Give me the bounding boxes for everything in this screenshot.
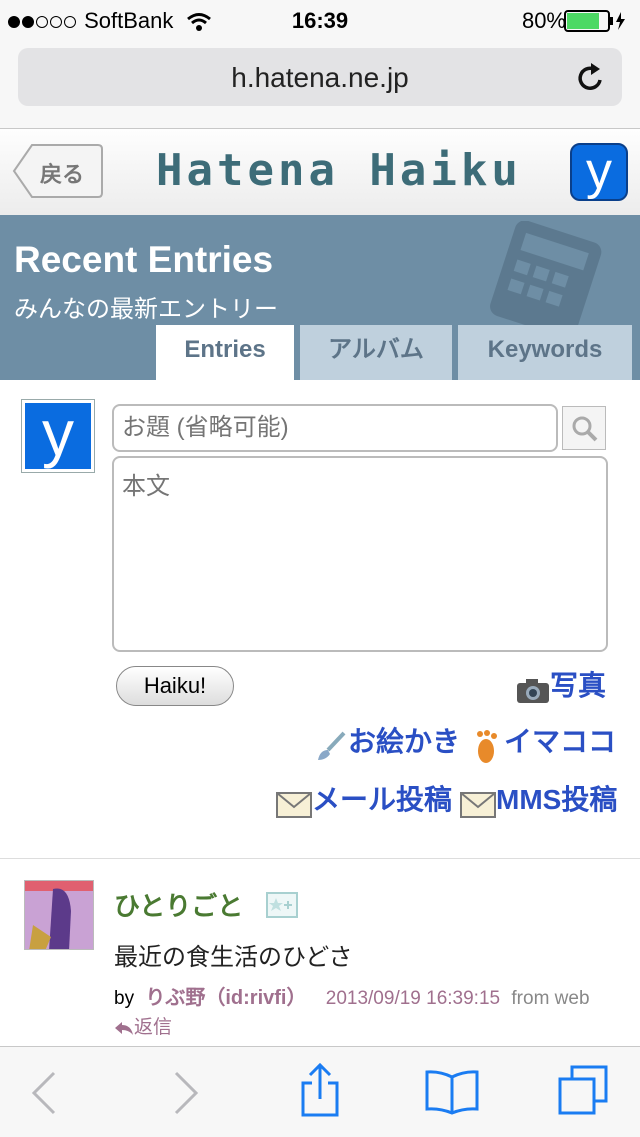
back-arrow-icon[interactable] (30, 1071, 58, 1115)
user-avatar[interactable]: y (21, 399, 95, 473)
tab-album[interactable]: アルバム (300, 325, 452, 380)
bookmarks-icon[interactable] (424, 1069, 480, 1115)
topic-search-button[interactable] (562, 406, 606, 450)
entry-timestamp[interactable]: 2013/09/19 16:39:15 (326, 988, 500, 1009)
mms-post-link[interactable]: MMS投稿 (460, 778, 617, 818)
haiku-submit-button[interactable]: Haiku! (116, 666, 234, 706)
tab-keywords[interactable]: Keywords (458, 325, 632, 380)
envelope-icon (276, 791, 312, 818)
envelope-icon (460, 791, 496, 818)
imacoco-link[interactable]: イマココ (472, 720, 616, 765)
divider (0, 858, 640, 859)
mms-post-link-label: MMS投稿 (496, 784, 618, 815)
user-menu-button[interactable]: y (570, 143, 628, 201)
browser-address-bar: h.hatena.ne.jp (0, 40, 640, 129)
calculator-watermark-icon (490, 221, 602, 331)
share-icon[interactable] (300, 1063, 340, 1117)
back-button-label: 戻る (40, 162, 85, 187)
entry-author-link[interactable]: りぶ野（id:rivfi） (145, 987, 306, 1009)
entry-by-label: by (114, 988, 135, 1009)
tab-entries[interactable]: Entries (156, 325, 294, 380)
status-bar: SoftBank 16:39 80% (0, 0, 640, 40)
url-text: h.hatena.ne.jp (231, 62, 409, 93)
entry-author-avatar[interactable] (24, 880, 94, 950)
entry-body: 最近の食生活のひどさ (114, 944, 353, 971)
topic-input[interactable] (112, 404, 558, 452)
site-header: 戻る Hatena Haiku y (0, 129, 640, 216)
camera-icon (517, 678, 549, 703)
mail-post-link[interactable]: メール投稿 (276, 778, 452, 818)
entry-source: from web (511, 988, 590, 1009)
draw-link-label: お絵かき (348, 726, 461, 757)
recent-entries-header: Recent Entries みんなの最新エントリー Entries アルバム … (0, 215, 640, 380)
body-textarea[interactable] (112, 456, 608, 652)
mail-post-link-label: メール投稿 (312, 784, 453, 815)
reload-icon[interactable] (576, 62, 606, 94)
add-star-icon[interactable] (266, 892, 298, 918)
avatar-image (25, 881, 93, 949)
imacoco-link-label: イマココ (504, 726, 617, 757)
reply-link[interactable]: 返信 (114, 1012, 172, 1039)
url-field[interactable]: h.hatena.ne.jp (18, 48, 622, 106)
photo-link-label: 写真 (550, 670, 607, 701)
draw-link[interactable]: お絵かき (314, 720, 460, 764)
page-title: Recent Entries (14, 239, 274, 280)
entry-title[interactable]: ひとりごと (114, 886, 243, 923)
forward-arrow-icon[interactable] (172, 1071, 200, 1115)
battery-percent: 80% (521, 8, 566, 33)
reply-link-label: 返信 (134, 1017, 173, 1038)
site-logo[interactable]: Hatena Haiku (156, 145, 522, 196)
paintbrush-icon (318, 731, 346, 760)
page-subtitle: みんなの最新エントリー (14, 296, 278, 323)
photo-link[interactable]: 写真 (516, 664, 606, 705)
footprint-icon (477, 729, 497, 763)
magnifier-icon (572, 416, 598, 442)
tabs-icon[interactable] (558, 1065, 608, 1115)
entry-meta: by りぶ野（id:rivfi） 2013/09/19 16:39:15 fro… (114, 981, 590, 1010)
back-button[interactable]: 戻る (12, 143, 104, 199)
reply-arrow-icon (115, 1021, 133, 1035)
browser-toolbar (0, 1046, 640, 1137)
battery-icon (564, 10, 625, 32)
